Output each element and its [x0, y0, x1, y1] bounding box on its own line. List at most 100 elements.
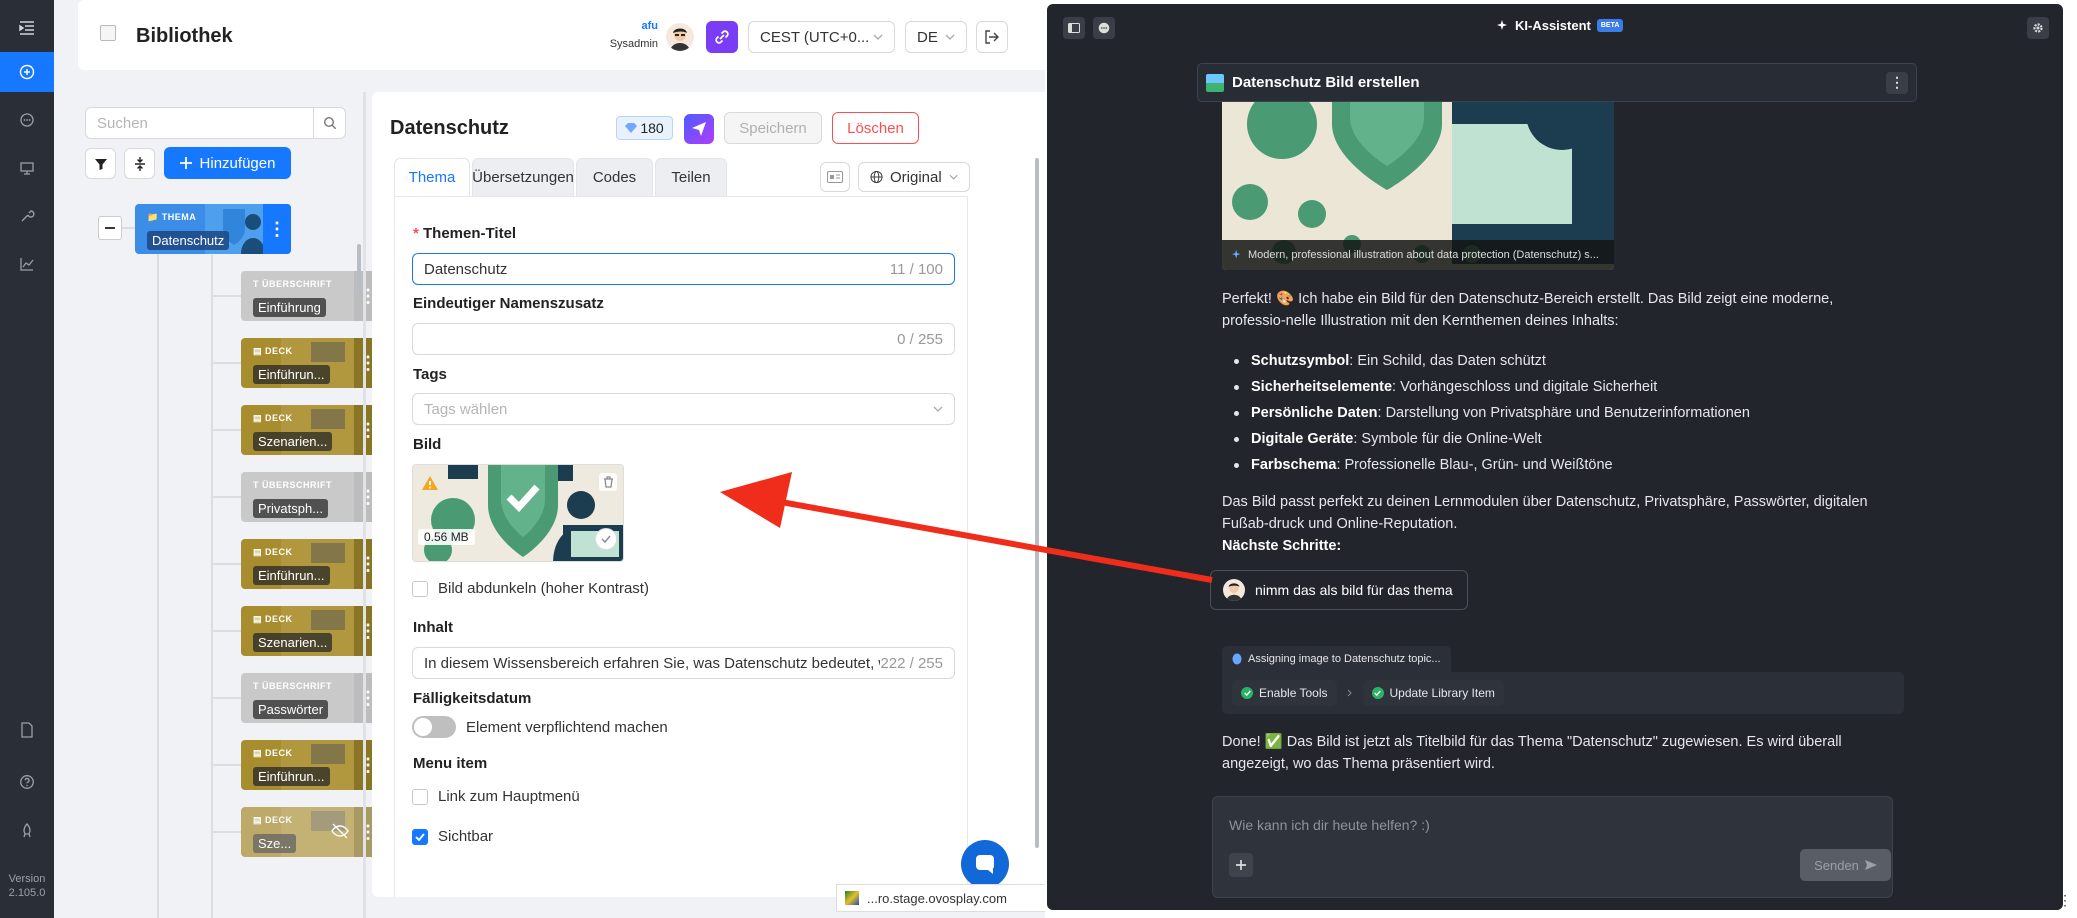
language-value: DE: [917, 28, 938, 46]
node-type-label: DECK: [265, 547, 293, 557]
feature-text: : Vorhängeschloss und digitale Sicherhei…: [1392, 379, 1658, 395]
rocket-nav-icon[interactable]: [0, 811, 54, 851]
timezone-select[interactable]: CEST (UTC+0...: [748, 21, 895, 53]
panel-divider[interactable]: [363, 92, 366, 918]
user-name[interactable]: afu: [578, 20, 659, 32]
mandatory-label: Element verpflichtend machen: [466, 718, 668, 736]
beta-badge: BETA: [1596, 19, 1624, 32]
checkbox-box[interactable]: [412, 580, 428, 597]
tree-scrollbar[interactable]: [357, 244, 361, 294]
tree-node[interactable]: ▤ DECK Szenarien... ⋮: [241, 405, 382, 455]
delete-image-button[interactable]: [599, 473, 617, 491]
tree-child-connector: [211, 255, 213, 918]
mandatory-toggle[interactable]: Element verpflichtend machen: [412, 716, 668, 738]
search-icon: [323, 116, 336, 130]
confirm-image-button[interactable]: [595, 528, 617, 550]
node-type-badge: T ÜBERSCHRIFT: [253, 279, 332, 289]
menu-item-label: Menu item: [413, 755, 488, 772]
tree-connector: [157, 240, 159, 918]
tree-node[interactable]: ▤ DECK Einführun... ⋮: [241, 338, 382, 388]
tree-node[interactable]: T ÜBERSCHRIFT Privatsph... ⋮: [241, 472, 382, 522]
tab-codes[interactable]: Codes: [576, 158, 653, 196]
status-url-bar[interactable]: ...ro.stage.ovosplay.com ⋮: [836, 884, 1045, 912]
tab-share[interactable]: Teilen: [655, 158, 727, 196]
checkbox-checked[interactable]: [412, 828, 428, 845]
tab-thema[interactable]: Thema: [394, 158, 470, 196]
filter-button[interactable]: [85, 148, 116, 179]
integration-link-button[interactable]: [706, 21, 738, 53]
help-nav-icon[interactable]: [0, 762, 54, 802]
next-steps-heading: Nächste Schritte:: [1222, 538, 1342, 554]
feature-list-item: Digitale Geräte: Symbole für die Online-…: [1222, 426, 1882, 452]
tree-node[interactable]: ▤ DECK Einführun... ⋮: [241, 740, 382, 790]
title-label: * Themen-Titel: [413, 225, 517, 242]
main-menu-checkbox[interactable]: Link zum Hauptmenü: [412, 788, 580, 805]
broken-logo-icon: [100, 25, 116, 41]
language-version-select[interactable]: Original: [858, 162, 970, 192]
library-search-input[interactable]: Suchen: [85, 107, 314, 139]
feature-text: : Darstellung von Privatsphäre und Benut…: [1377, 405, 1750, 421]
chat-composer[interactable]: Wie kann ich dir heute helfen? :) Senden: [1212, 796, 1893, 898]
content-input[interactable]: In diesem Wissensbereich erfahren Sie, w…: [412, 647, 955, 679]
feature-list-item: Schutzsymbol: Ein Schild, das Daten schü…: [1222, 348, 1882, 374]
settings-button[interactable]: [2027, 17, 2049, 39]
menu-collapse-icon[interactable]: [0, 8, 54, 48]
hidden-eye-icon: [331, 823, 349, 839]
title-input[interactable]: Datenschutz 11 / 100: [412, 253, 955, 285]
bullet-dot: [1234, 462, 1239, 468]
logout-button[interactable]: [976, 21, 1008, 53]
node-more-button[interactable]: ⋮: [263, 204, 291, 254]
theme-image[interactable]: 0.56 MB: [412, 464, 624, 562]
new-chat-button[interactable]: [1093, 17, 1115, 39]
send-icon: [692, 122, 706, 136]
bullet-dot: [1234, 384, 1239, 390]
window-more-icon[interactable]: ⋮: [2058, 892, 2072, 909]
tree-node[interactable]: ▤ DECK Szenarien... ⋮: [241, 606, 382, 656]
delete-button[interactable]: Löschen: [832, 112, 919, 144]
document-nav-icon[interactable]: [0, 710, 54, 750]
user-avatar[interactable]: [666, 23, 694, 51]
darken-image-checkbox[interactable]: Bild abdunkeln (hoher Kontrast): [412, 580, 649, 597]
send-button[interactable]: Senden: [1800, 849, 1891, 881]
tree-node[interactable]: ▤ DECK Einführun... ⋮: [241, 539, 382, 589]
visible-checkbox[interactable]: Sichtbar: [412, 828, 493, 845]
support-chat-button[interactable]: [961, 840, 1009, 888]
chevron-down-icon: [945, 34, 955, 40]
search-button[interactable]: [313, 107, 346, 139]
attach-button[interactable]: [1229, 853, 1253, 877]
node-type-label: ÜBERSCHRIFT: [262, 480, 332, 490]
node-type-badge: ▤ DECK: [253, 815, 293, 825]
presentation-nav-icon[interactable]: [0, 148, 54, 188]
toggle-switch[interactable]: [412, 716, 456, 738]
language-select[interactable]: DE: [905, 21, 967, 53]
tree-node[interactable]: ▤ DECK Sze... ⋮: [241, 807, 382, 857]
card-view-button[interactable]: [820, 162, 850, 192]
page-title: Bibliothek: [136, 25, 233, 47]
node-name: Szenarien...: [253, 432, 333, 451]
collapse-all-button[interactable]: [124, 148, 155, 179]
chat-input-placeholder[interactable]: Wie kann ich dir heute helfen? :): [1229, 817, 1430, 833]
node-type-label: DECK: [265, 413, 293, 423]
library-nav-icon[interactable]: [0, 52, 54, 92]
tree-collapse-toggle[interactable]: [98, 216, 122, 240]
darken-label: Bild abdunkeln (hoher Kontrast): [438, 580, 649, 597]
tab-translations[interactable]: Übersetzungen: [472, 158, 574, 196]
publish-button[interactable]: [684, 114, 714, 144]
tree-node-root[interactable]: 📁 THEMA Datenschutz ⋮: [135, 204, 291, 254]
task-card-more-button[interactable]: ⋮: [1886, 71, 1908, 94]
suffix-input[interactable]: 0 / 255: [412, 323, 955, 355]
toggle-sidebar-button[interactable]: [1063, 17, 1085, 39]
checkbox-box[interactable]: [412, 788, 428, 805]
save-button[interactable]: Speichern: [724, 112, 822, 144]
feature-term: Sicherheitselemente: [1251, 379, 1393, 395]
check-icon: [415, 832, 425, 841]
tree-node[interactable]: T ÜBERSCHRIFT Passwörter ⋮: [241, 673, 382, 723]
chat-nav-icon[interactable]: [0, 100, 54, 140]
tools-nav-icon[interactable]: [0, 196, 54, 236]
chat-bubble-icon: [976, 855, 994, 874]
tags-select[interactable]: Tags wählen: [412, 393, 955, 425]
analytics-nav-icon[interactable]: [0, 244, 54, 284]
generated-image-card[interactable]: Modern, professional illustration about …: [1222, 84, 1614, 270]
image-caption: Modern, professional illustration about …: [1222, 240, 1614, 270]
add-item-button[interactable]: Hinzufügen: [164, 147, 291, 179]
